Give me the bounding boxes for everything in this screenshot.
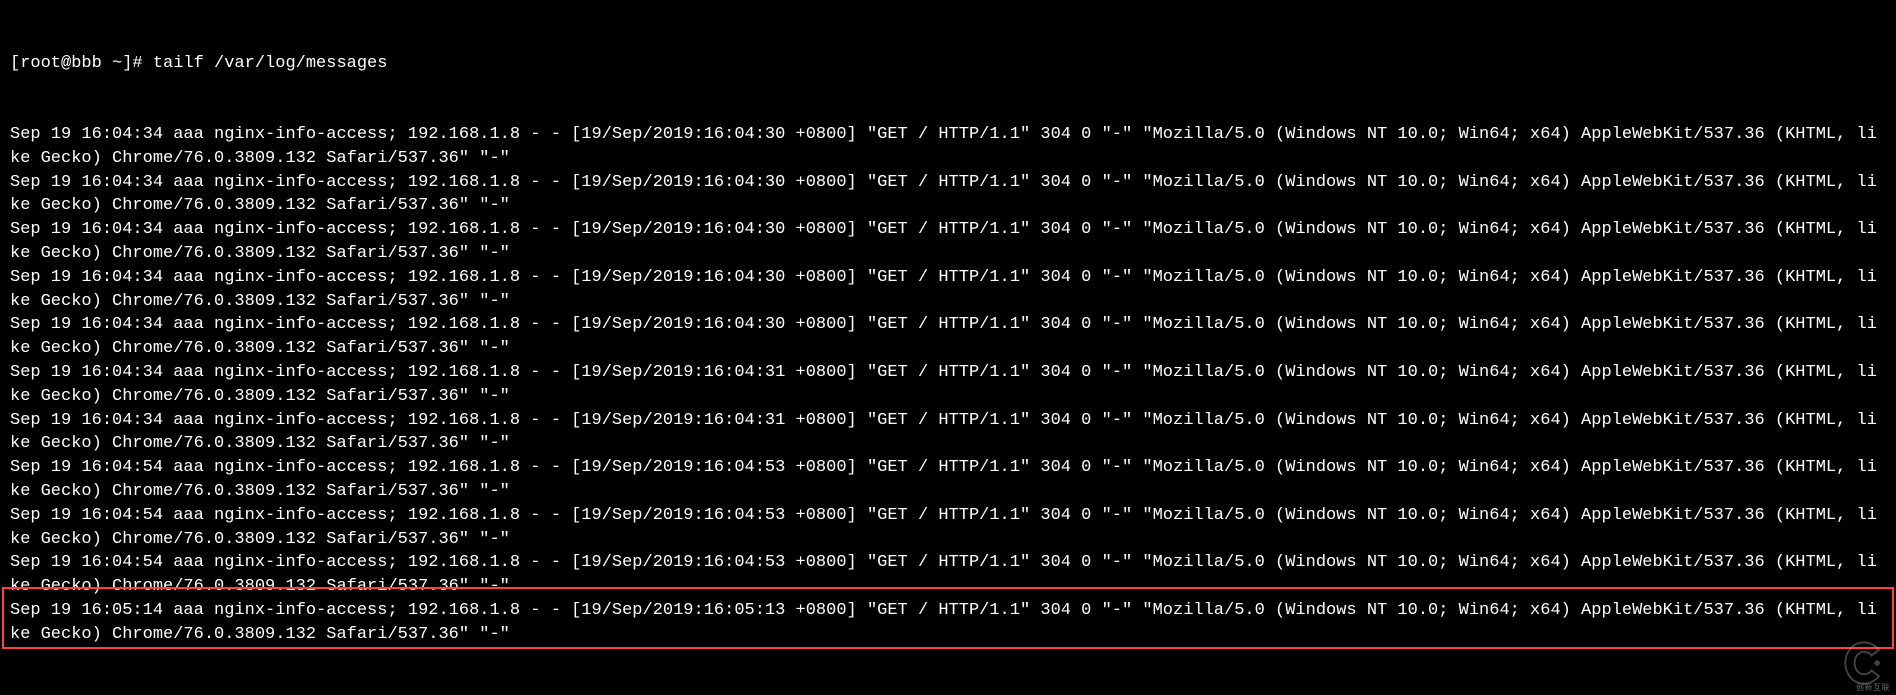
log-lines-container: Sep 19 16:04:34 aaa nginx-info-access; 1…	[10, 123, 1886, 599]
log-line: Sep 19 16:04:54 aaa nginx-info-access; 1…	[10, 456, 1886, 504]
terminal-output[interactable]: [root@bbb ~]# tailf /var/log/messages Se…	[0, 0, 1896, 627]
log-line: Sep 19 16:04:54 aaa nginx-info-access; 1…	[10, 551, 1886, 599]
log-line: Sep 19 16:04:34 aaa nginx-info-access; 1…	[10, 266, 1886, 314]
log-line: Sep 19 16:04:34 aaa nginx-info-access; 1…	[10, 409, 1886, 457]
shell-prompt: [root@bbb ~]# tailf /var/log/messages	[10, 52, 1886, 76]
watermark-text: 创新互联	[1856, 682, 1890, 693]
log-line: Sep 19 16:04:34 aaa nginx-info-access; 1…	[10, 313, 1886, 361]
log-line: Sep 19 16:04:34 aaa nginx-info-access; 1…	[10, 123, 1886, 171]
highlighted-log-line: Sep 19 16:05:14 aaa nginx-info-access; 1…	[10, 599, 1886, 647]
log-line: Sep 19 16:04:54 aaa nginx-info-access; 1…	[10, 504, 1886, 552]
log-line: Sep 19 16:04:34 aaa nginx-info-access; 1…	[10, 171, 1886, 219]
log-line: Sep 19 16:04:34 aaa nginx-info-access; 1…	[10, 361, 1886, 409]
log-line: Sep 19 16:04:34 aaa nginx-info-access; 1…	[10, 218, 1886, 266]
